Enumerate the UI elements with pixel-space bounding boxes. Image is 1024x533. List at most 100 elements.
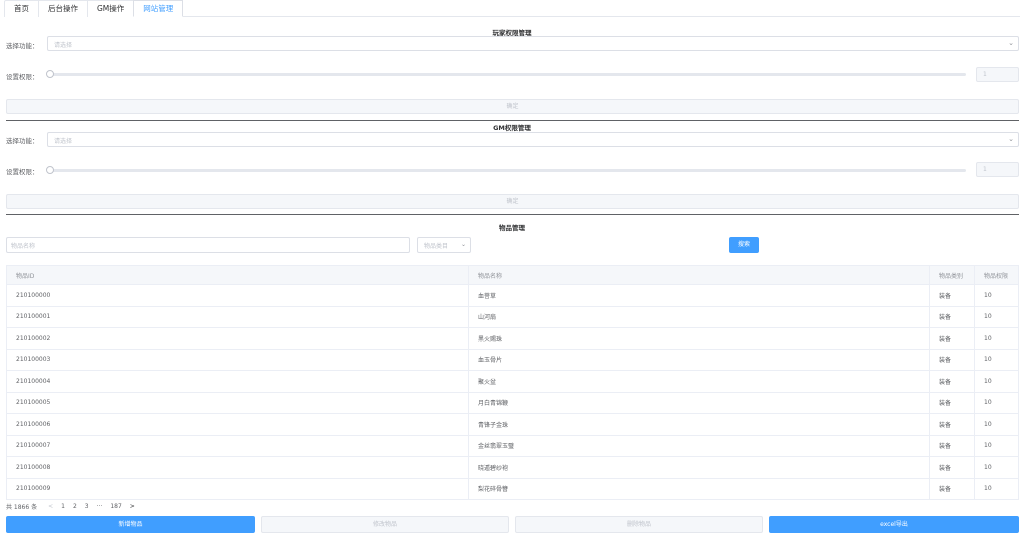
cell-item-name: 青锋子金珠 [468,413,930,436]
column-header-id[interactable]: 物品ID [6,265,469,285]
chevron-down-icon: ⌄ [1008,135,1014,143]
cell-item-category: 装备 [929,392,975,414]
add-item-button[interactable]: 新增物品 [6,516,255,533]
player-function-select[interactable]: 请选择 ⌄ [47,36,1019,51]
cell-item-id: 210100009 [6,478,469,500]
cell-item-category: 装备 [929,456,975,479]
gm-perm-label: 设置权限： [6,168,39,176]
tab-gm-ops[interactable]: GM操作 [87,0,135,17]
edit-item-button[interactable]: 修改物品 [261,516,509,533]
cell-item-id: 210100002 [6,327,469,350]
slider-handle[interactable] [46,166,54,174]
tab-home[interactable]: 首页 [4,0,39,17]
pagination: 共 1866 条 < 1 2 3 ··· 187 > [6,501,139,511]
gm-perm-slider[interactable] [46,166,966,174]
pagination-page[interactable]: 1 [61,503,65,510]
cell-item-name: 血菩草 [468,284,930,307]
chevron-down-icon: ⌄ [460,241,466,248]
delete-item-button[interactable]: 删除物品 [515,516,763,533]
cell-item-category: 装备 [929,327,975,350]
player-perm-label: 设置权限： [6,73,39,81]
pagination-prev-button[interactable]: < [48,503,53,510]
player-function-placeholder: 请选择 [54,42,73,49]
cell-item-name: 晓遁碧纱袍 [468,456,930,479]
cell-item-id: 210100003 [6,349,469,371]
player-perm-input[interactable]: 1 [976,67,1019,82]
item-name-input[interactable]: 物品名称 [6,237,410,253]
pagination-page[interactable]: 187 [110,503,121,510]
cell-item-id: 210100004 [6,370,469,393]
table-row[interactable]: 210100000 血菩草 装备 10 [6,284,1019,307]
cell-item-category: 装备 [929,306,975,328]
table-row[interactable]: 210100002 黑火赐珠 装备 10 [6,327,1019,350]
pagination-total: 共 1866 条 [6,503,38,511]
pagination-page[interactable]: 2 [73,503,77,510]
cell-item-category: 装备 [929,370,975,393]
cell-item-permission: 10 [974,306,1019,328]
player-confirm-button[interactable]: 确定 [6,99,1019,114]
tab-backend-ops[interactable]: 后台操作 [38,0,88,17]
cell-item-permission: 10 [974,435,1019,457]
tab-site-admin[interactable]: 网站管理 [133,0,184,17]
section-divider [6,120,1019,121]
gm-perm-input[interactable]: 1 [976,162,1019,177]
pagination-next-button[interactable]: > [130,503,135,510]
cell-item-name: 山河扇 [468,306,930,328]
gm-function-select[interactable]: 请选择 ⌄ [47,132,1019,147]
player-perm-value: 1 [983,71,987,78]
chevron-down-icon: ⌄ [1008,39,1014,47]
cell-item-category: 装备 [929,349,975,371]
cell-item-permission: 10 [974,456,1019,479]
cell-item-permission: 10 [974,284,1019,307]
table-row[interactable]: 210100004 聚火盆 装备 10 [6,370,1019,393]
gm-function-label: 选择功能： [6,137,39,145]
column-header-category[interactable]: 物品类别 [929,265,975,285]
cell-item-permission: 10 [974,349,1019,371]
cell-item-name: 金丝翡翠玉璧 [468,435,930,457]
cell-item-category: 装备 [929,284,975,307]
table-row[interactable]: 210100008 晓遁碧纱袍 装备 10 [6,456,1019,479]
table-header-row: 物品ID 物品名称 物品类别 物品权限 [6,265,1019,285]
table-row[interactable]: 210100001 山河扇 装备 10 [6,306,1019,328]
cell-item-permission: 10 [974,413,1019,436]
cell-item-permission: 10 [974,478,1019,500]
tab-bar: 首页 后台操作 GM操作 网站管理 [4,0,1020,17]
cell-item-id: 210100001 [6,306,469,328]
item-category-select[interactable]: 物品类目 ⌄ [417,237,471,253]
items-table: 物品ID 物品名称 物品类别 物品权限 210100000 血菩草 装备 10 2101… [6,265,1019,500]
cell-item-category: 装备 [929,478,975,500]
player-function-label: 选择功能： [6,42,39,50]
cell-item-id: 210100008 [6,456,469,479]
cell-item-name: 月白青锦鞭 [468,392,930,414]
items-title: 物品管理 [499,224,525,232]
table-row[interactable]: 210100007 金丝翡翠玉璧 装备 10 [6,435,1019,457]
cell-item-name: 梨花碎骨簪 [468,478,930,500]
pagination-ellipsis[interactable]: ··· [97,503,103,510]
cell-item-id: 210100000 [6,284,469,307]
search-button[interactable]: 搜索 [729,237,759,253]
gm-perm-value: 1 [983,166,987,173]
pagination-page[interactable]: 3 [85,503,89,510]
column-header-permission[interactable]: 物品权限 [974,265,1019,285]
cell-item-permission: 10 [974,327,1019,350]
table-row[interactable]: 210100003 血玉骨片 装备 10 [6,349,1019,371]
item-category-placeholder: 物品类目 [424,243,449,250]
item-name-placeholder: 物品名称 [11,243,36,250]
table-row[interactable]: 210100005 月白青锦鞭 装备 10 [6,392,1019,414]
cell-item-name: 血玉骨片 [468,349,930,371]
cell-item-permission: 10 [974,370,1019,393]
cell-item-name: 聚火盆 [468,370,930,393]
column-header-name[interactable]: 物品名称 [468,265,930,285]
cell-item-id: 210100007 [6,435,469,457]
cell-item-name: 黑火赐珠 [468,327,930,350]
table-row[interactable]: 210100009 梨花碎骨簪 装备 10 [6,478,1019,500]
excel-export-button[interactable]: excel导出 [769,516,1019,533]
table-row[interactable]: 210100006 青锋子金珠 装备 10 [6,413,1019,436]
gm-function-placeholder: 请选择 [54,138,73,145]
player-perm-slider[interactable] [46,70,966,78]
gm-confirm-button[interactable]: 确定 [6,194,1019,209]
cell-item-id: 210100005 [6,392,469,414]
cell-item-category: 装备 [929,435,975,457]
slider-handle[interactable] [46,70,54,78]
cell-item-permission: 10 [974,392,1019,414]
